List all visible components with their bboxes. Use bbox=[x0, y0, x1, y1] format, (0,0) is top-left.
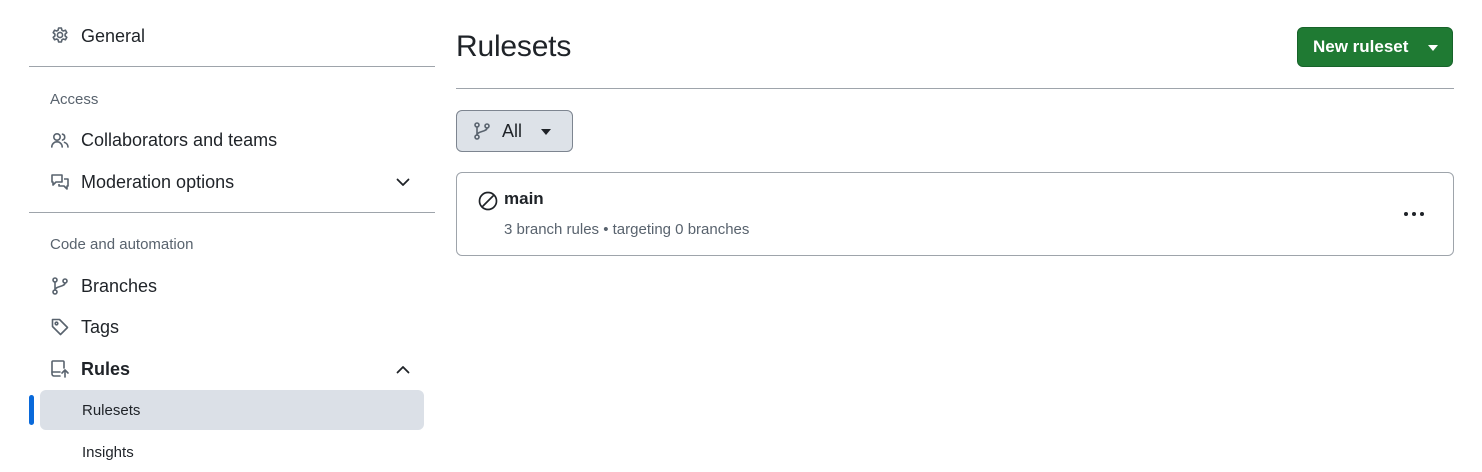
caret-down-icon bbox=[1428, 45, 1438, 51]
page-title: Rulesets bbox=[456, 30, 572, 63]
divider bbox=[456, 88, 1454, 89]
people-icon bbox=[49, 129, 71, 151]
sidebar-item-label: Moderation options bbox=[81, 171, 235, 192]
kebab-horizontal-icon[interactable] bbox=[1400, 203, 1428, 225]
git-branch-icon bbox=[49, 275, 71, 297]
sidebar-item-label: Insights bbox=[82, 443, 134, 461]
caret-down-icon bbox=[541, 129, 551, 135]
target-filter-button[interactable]: All bbox=[456, 110, 573, 152]
sidebar-item-label: Rules bbox=[81, 358, 131, 379]
filter-label: All bbox=[502, 120, 523, 141]
divider bbox=[29, 212, 435, 213]
chevron-up-icon[interactable] bbox=[394, 360, 412, 378]
sidebar-item-label: Rulesets bbox=[82, 401, 141, 419]
sidebar-item-label: Branches bbox=[81, 275, 158, 296]
section-heading-access: Access bbox=[50, 91, 99, 108]
gear-icon bbox=[49, 25, 71, 47]
ruleset-meta: 3 branch rules • targeting 0 branches bbox=[504, 221, 750, 238]
repo-push-icon bbox=[49, 358, 71, 380]
ruleset-name-link[interactable]: main bbox=[504, 189, 544, 209]
comment-discussion-icon bbox=[49, 171, 71, 193]
chevron-down-icon[interactable] bbox=[394, 173, 412, 191]
circle-slash-icon bbox=[477, 190, 499, 212]
sidebar-item-rulesets[interactable]: Rulesets bbox=[40, 390, 424, 430]
sidebar-item-general[interactable]: General bbox=[49, 20, 145, 52]
sidebar-item-label: Tags bbox=[81, 316, 120, 337]
sidebar-item-tags[interactable]: Tags bbox=[49, 311, 119, 343]
sidebar-item-label: Collaborators and teams bbox=[81, 129, 278, 150]
new-ruleset-button[interactable]: New ruleset bbox=[1297, 27, 1453, 67]
active-indicator bbox=[29, 395, 34, 425]
ruleset-card: main 3 branch rules • targeting 0 branch… bbox=[456, 172, 1454, 256]
settings-sidebar: General Access Collaborators and teams M… bbox=[29, 0, 435, 471]
sidebar-item-moderation[interactable]: Moderation options bbox=[49, 166, 234, 198]
divider bbox=[29, 66, 435, 67]
sidebar-item-branches[interactable]: Branches bbox=[49, 270, 157, 302]
git-branch-icon bbox=[473, 121, 491, 141]
sidebar-item-rules[interactable]: Rules bbox=[49, 353, 130, 385]
sidebar-item-collaborators[interactable]: Collaborators and teams bbox=[49, 124, 277, 156]
sidebar-item-label: General bbox=[81, 25, 146, 46]
tag-icon bbox=[49, 316, 71, 338]
section-heading-code-automation: Code and automation bbox=[50, 236, 194, 253]
sidebar-item-insights[interactable]: Insights bbox=[40, 432, 424, 472]
new-ruleset-label: New ruleset bbox=[1313, 37, 1409, 56]
